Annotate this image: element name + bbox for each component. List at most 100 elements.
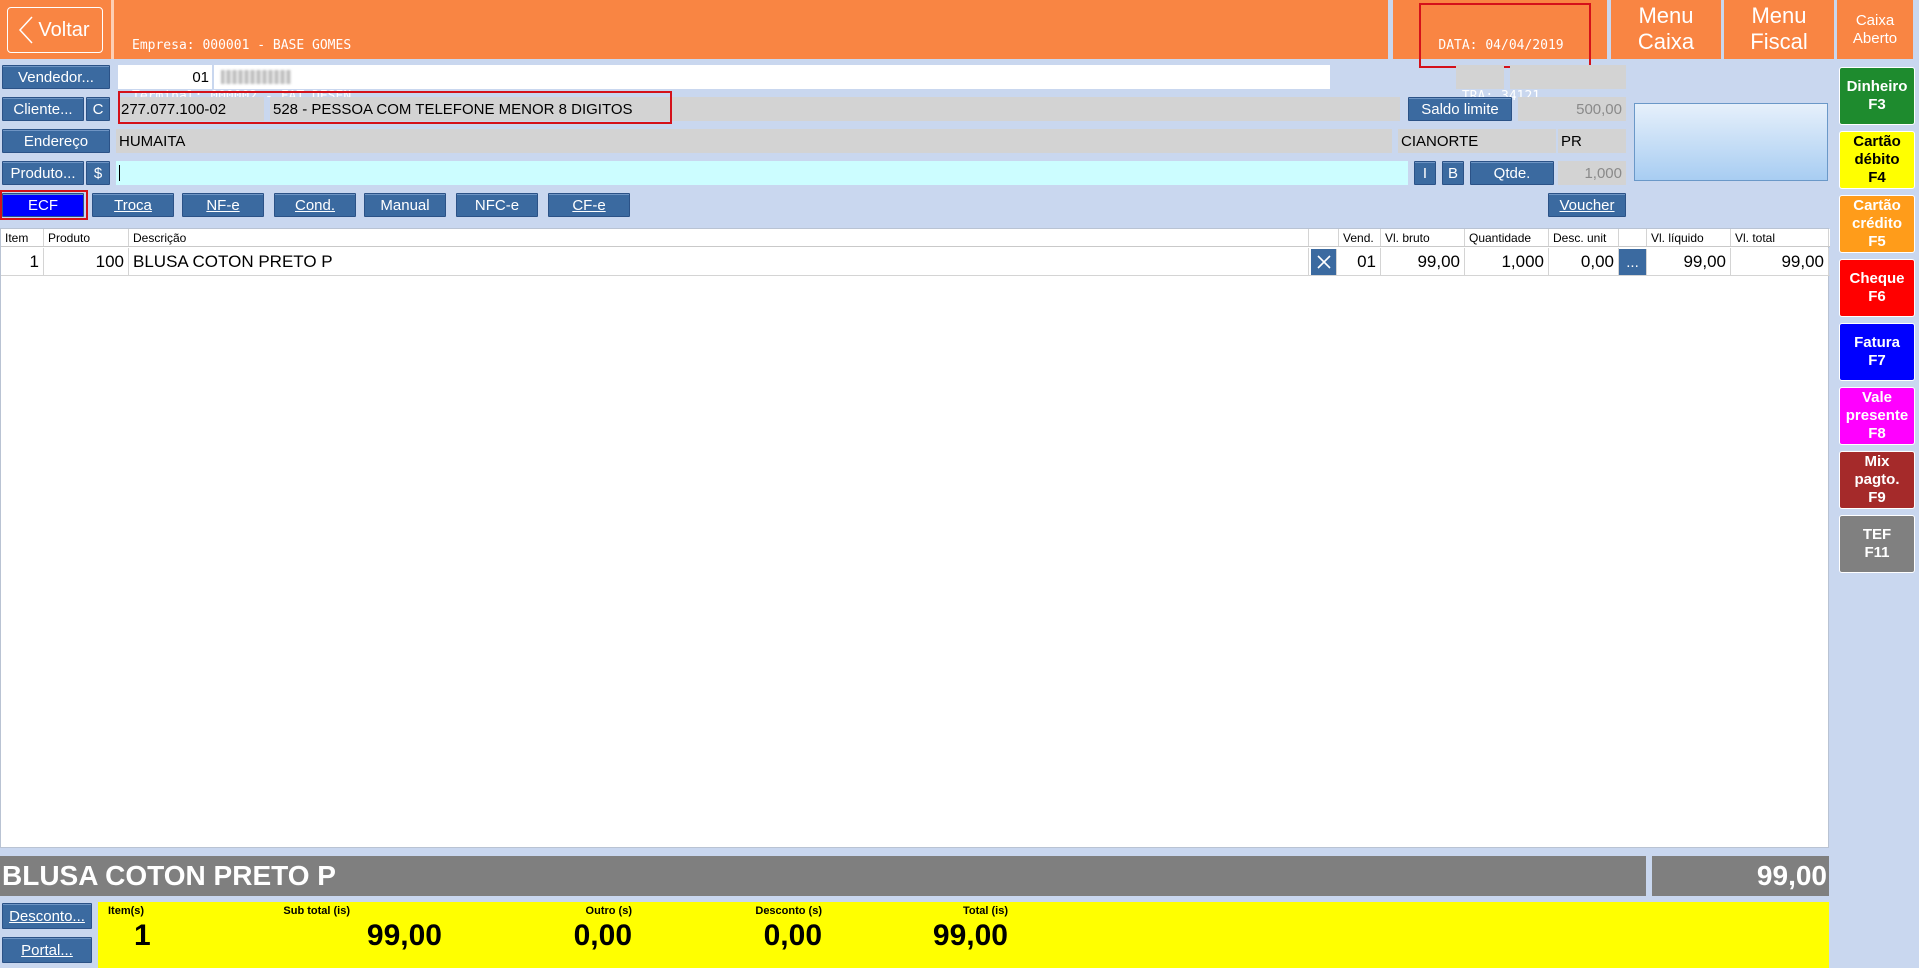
vendedor-extra-field-1 bbox=[1456, 65, 1504, 89]
col-header-vl-liquido: Vl. líquido bbox=[1647, 229, 1731, 246]
desconto-total: Desconto (s) 0,00 bbox=[658, 902, 822, 953]
cartao-credito-button[interactable]: Cartão crédito F5 bbox=[1839, 195, 1915, 253]
vale-presente-button[interactable]: Vale presente F8 bbox=[1839, 387, 1915, 445]
dinheiro-line2: F3 bbox=[1868, 96, 1886, 113]
vale-presente-line2: presente bbox=[1845, 407, 1909, 424]
header-divider bbox=[111, 0, 114, 59]
cell-vend: 01 bbox=[1339, 248, 1381, 275]
cell-vl-bruto: 99,00 bbox=[1381, 248, 1465, 275]
cliente-c-button[interactable]: C bbox=[86, 97, 110, 121]
cell-desc-unit: 0,00 bbox=[1549, 248, 1619, 275]
voucher-button[interactable]: Voucher bbox=[1548, 193, 1626, 217]
saldo-limite-value: 500,00 bbox=[1518, 97, 1626, 121]
header-bar: Voltar Empresa: 000001 - BASE GOMES Term… bbox=[0, 0, 1388, 155]
cell-vl-liquido: 99,00 bbox=[1647, 248, 1731, 275]
vendedor-code-field[interactable]: 01 bbox=[118, 65, 212, 89]
menu-caixa-button[interactable]: Menu Caixa bbox=[1611, 0, 1721, 59]
caixa-status: Caixa Aberto bbox=[1837, 0, 1913, 59]
cliente-name-field[interactable]: 528 - PESSOA COM TELEFONE MENOR 8 DIGITO… bbox=[270, 97, 1400, 121]
itens-value: 1 bbox=[134, 919, 151, 952]
cartao-credito-line2: crédito bbox=[1851, 215, 1902, 232]
itens-total: Item(s) 1 bbox=[108, 902, 166, 953]
cell-item: 1 bbox=[1, 248, 44, 275]
close-icon bbox=[1316, 255, 1331, 269]
vendedor-extra-field-2 bbox=[1510, 65, 1626, 89]
product-image-preview bbox=[1634, 103, 1828, 181]
cartao-debito-button[interactable]: Cartão débito F4 bbox=[1839, 131, 1915, 189]
col-header-vl-bruto: Vl. bruto bbox=[1381, 229, 1465, 246]
items-table: Item Produto Descrição Vend. Vl. bruto Q… bbox=[0, 228, 1830, 848]
mix-pagto-line3: F9 bbox=[1868, 489, 1886, 506]
desconto-label: Desconto (s) bbox=[755, 905, 822, 917]
mix-pagto-line2: pagto. bbox=[1854, 471, 1900, 488]
vale-presente-line3: F8 bbox=[1868, 425, 1886, 442]
outro-total: Outro (s) 0,00 bbox=[468, 902, 632, 953]
redacted-name bbox=[221, 70, 291, 84]
cheque-line1: Cheque bbox=[1849, 270, 1905, 287]
col-header-vend: Vend. bbox=[1339, 229, 1381, 246]
totals-panel: Item(s) 1 Sub total (is) 99,00 Outro (s)… bbox=[98, 902, 1829, 968]
cartao-debito-line1: Cartão bbox=[1853, 133, 1901, 150]
current-product-bar: BLUSA COTON PRETO P bbox=[0, 856, 1646, 896]
back-button[interactable]: Voltar bbox=[7, 7, 103, 53]
menu-fiscal-button[interactable]: Menu Fiscal bbox=[1724, 0, 1834, 59]
nfe-button[interactable]: NF-e bbox=[182, 193, 264, 217]
col-header-item: Item bbox=[1, 229, 44, 246]
cfe-button[interactable]: CF-e bbox=[548, 193, 630, 217]
saldo-limite-button[interactable]: Saldo limite bbox=[1408, 97, 1512, 121]
cond-button[interactable]: Cond. bbox=[274, 193, 356, 217]
produto-price-button[interactable]: $ bbox=[86, 161, 110, 185]
mix-pagto-button[interactable]: Mix pagto. F9 bbox=[1839, 451, 1915, 509]
troca-button[interactable]: Troca bbox=[92, 193, 174, 217]
produto-button[interactable]: Produto... bbox=[2, 161, 84, 185]
cliente-cpf-field[interactable]: 277.077.100-02 bbox=[118, 97, 264, 121]
date-highlight-box bbox=[1419, 3, 1591, 68]
col-header-vl-total: Vl. total bbox=[1731, 229, 1829, 246]
item-options-button[interactable]: ... bbox=[1619, 249, 1647, 275]
subtotal-value: 99,00 bbox=[366, 919, 442, 952]
portal-button[interactable]: Portal... bbox=[2, 937, 92, 963]
uf-field[interactable]: PR bbox=[1558, 129, 1626, 153]
cell-quantidade: 1,000 bbox=[1465, 248, 1549, 275]
qtde-button[interactable]: Qtde. bbox=[1470, 161, 1554, 185]
dinheiro-line1: Dinheiro bbox=[1846, 78, 1908, 95]
b-button[interactable]: B bbox=[1442, 161, 1464, 185]
endereco-button[interactable]: Endereço bbox=[2, 129, 110, 153]
remove-item-button[interactable] bbox=[1311, 249, 1337, 275]
caixa-status-line1: Caixa bbox=[1855, 12, 1895, 29]
menu-fiscal-line2: Fiscal bbox=[1750, 29, 1808, 54]
total-value: 99,00 bbox=[932, 919, 1008, 952]
cell-descricao: BLUSA COTON PRETO P bbox=[129, 248, 1309, 275]
cheque-button[interactable]: Cheque F6 bbox=[1839, 259, 1915, 317]
ecf-button[interactable]: ECF bbox=[2, 193, 84, 217]
col-header-desc-unit: Desc. unit bbox=[1549, 229, 1619, 246]
total-label: Total (is) bbox=[962, 905, 1008, 917]
cliente-button[interactable]: Cliente... bbox=[2, 97, 84, 121]
cheque-line2: F6 bbox=[1868, 288, 1886, 305]
qtde-value: 1,000 bbox=[1558, 161, 1626, 185]
dinheiro-button[interactable]: Dinheiro F3 bbox=[1839, 67, 1915, 125]
desconto-button[interactable]: Desconto... bbox=[2, 903, 92, 929]
outro-label: Outro (s) bbox=[585, 905, 632, 917]
tef-line1: TEF bbox=[1862, 526, 1892, 543]
cartao-debito-line3: F4 bbox=[1868, 169, 1886, 186]
vendedor-button[interactable]: Vendedor... bbox=[2, 65, 110, 89]
caixa-status-line2: Aberto bbox=[1852, 30, 1898, 47]
tef-line2: F11 bbox=[1864, 544, 1890, 561]
endereco-field[interactable]: HUMAITA bbox=[116, 129, 1392, 153]
table-row[interactable]: 1 100 BLUSA COTON PRETO P 01 99,00 1,000… bbox=[1, 248, 1830, 276]
fatura-button[interactable]: Fatura F7 bbox=[1839, 323, 1915, 381]
col-header-blank-2 bbox=[1619, 229, 1647, 246]
nfce-button[interactable]: NFC-e bbox=[456, 193, 538, 217]
back-button-label: Voltar bbox=[38, 18, 90, 41]
menu-caixa-line1: Menu bbox=[1638, 3, 1694, 28]
produto-input[interactable] bbox=[116, 161, 1408, 185]
cidade-field[interactable]: CIANORTE bbox=[1398, 129, 1556, 153]
tef-button[interactable]: TEF F11 bbox=[1839, 515, 1915, 573]
manual-button[interactable]: Manual bbox=[364, 193, 446, 217]
desconto-value: 0,00 bbox=[763, 919, 822, 952]
col-header-blank bbox=[1309, 229, 1339, 246]
itens-label: Item(s) bbox=[108, 905, 145, 917]
i-button[interactable]: I bbox=[1414, 161, 1436, 185]
vendedor-name-field[interactable] bbox=[214, 65, 1330, 89]
